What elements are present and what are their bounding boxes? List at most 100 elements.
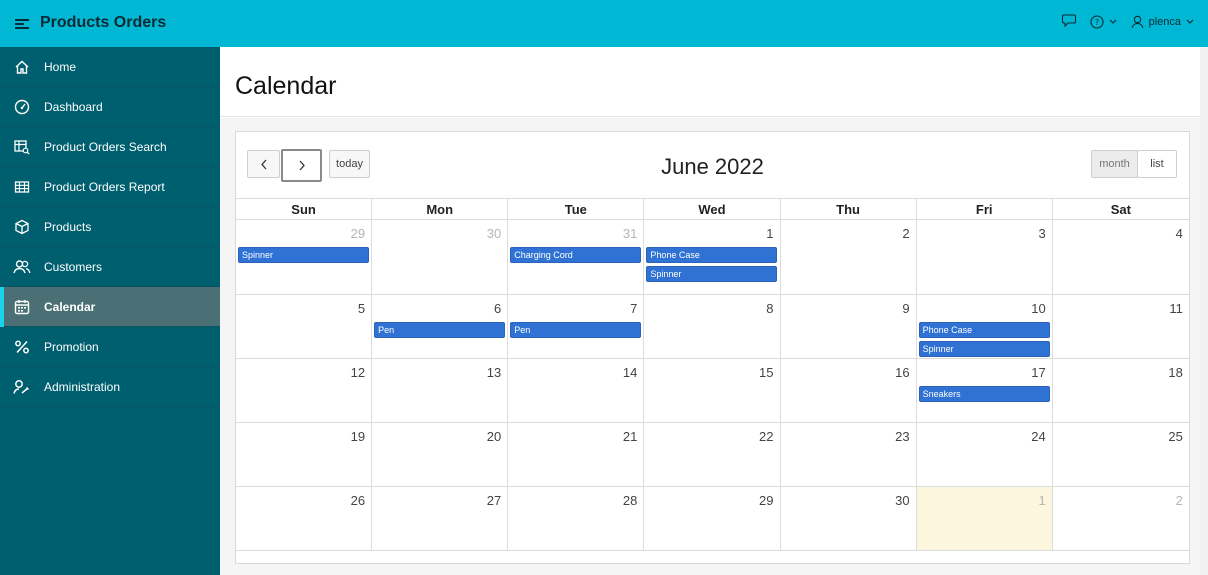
day-number[interactable]: 20 <box>487 429 501 444</box>
day-cell[interactable]: 31 Charging Cord <box>508 220 645 294</box>
calendar-event[interactable]: Spinner <box>918 341 1050 357</box>
day-cell[interactable]: 23 <box>781 423 917 486</box>
day-number[interactable]: 29 <box>351 226 365 241</box>
day-cell[interactable]: 15 <box>644 359 781 422</box>
chat-icon[interactable] <box>1061 14 1076 30</box>
day-number[interactable]: 9 <box>902 301 909 316</box>
day-number[interactable]: 30 <box>487 226 501 241</box>
day-number[interactable]: 22 <box>759 429 773 444</box>
day-cell[interactable]: 13 <box>372 359 509 422</box>
day-number[interactable]: 10 <box>1031 301 1045 316</box>
day-cell[interactable]: 9 <box>781 295 917 358</box>
day-cell[interactable]: 6 Pen <box>372 295 509 358</box>
day-number[interactable]: 27 <box>487 493 501 508</box>
day-number[interactable]: 25 <box>1168 429 1182 444</box>
home-icon <box>12 57 32 77</box>
day-cell[interactable]: 22 <box>644 423 781 486</box>
day-number[interactable]: 24 <box>1031 429 1045 444</box>
user-menu[interactable]: plenca <box>1131 15 1194 29</box>
day-number[interactable]: 29 <box>759 493 773 508</box>
day-cell[interactable]: 1 Phone Case Spinner <box>644 220 781 294</box>
day-number[interactable]: 21 <box>623 429 637 444</box>
sidebar-item-dashboard[interactable]: Dashboard <box>0 87 220 127</box>
day-number[interactable]: 26 <box>351 493 365 508</box>
sidebar-item-calendar[interactable]: Calendar <box>0 287 220 327</box>
day-number[interactable]: 16 <box>895 365 909 380</box>
day-cell[interactable]: 20 <box>372 423 509 486</box>
day-cell[interactable]: 14 <box>508 359 645 422</box>
day-cell[interactable]: 26 <box>236 487 373 550</box>
day-cell[interactable]: 30 <box>372 220 509 294</box>
calendar-event[interactable]: Spinner <box>238 247 369 263</box>
day-number[interactable]: 4 <box>1176 226 1183 241</box>
day-cell[interactable]: 17 Sneakers <box>917 359 1053 422</box>
day-cell[interactable]: 4 <box>1053 220 1189 294</box>
day-cell[interactable]: 21 <box>508 423 645 486</box>
day-number[interactable]: 2 <box>902 226 909 241</box>
day-number[interactable]: 14 <box>623 365 637 380</box>
day-number[interactable]: 23 <box>895 429 909 444</box>
day-number[interactable]: 2 <box>1176 493 1183 508</box>
day-number[interactable]: 1 <box>766 226 773 241</box>
day-number[interactable]: 18 <box>1168 365 1182 380</box>
day-cell[interactable]: 27 <box>372 487 509 550</box>
day-cell[interactable]: 28 <box>508 487 645 550</box>
day-cell[interactable]: 8 <box>644 295 781 358</box>
day-number[interactable]: 17 <box>1031 365 1045 380</box>
sidebar-item-promotion[interactable]: Promotion <box>0 327 220 367</box>
day-cell[interactable]: 16 <box>781 359 917 422</box>
box-icon <box>12 217 32 237</box>
calendar-event[interactable]: Phone Case <box>646 247 778 263</box>
day-cell[interactable]: 29 <box>644 487 781 550</box>
day-number[interactable]: 3 <box>1039 226 1046 241</box>
day-cell[interactable]: 1 <box>916 487 1053 550</box>
sidebar-item-administration[interactable]: Administration <box>0 367 220 407</box>
day-cell[interactable]: 11 <box>1053 295 1189 358</box>
day-cell[interactable]: 24 <box>917 423 1053 486</box>
day-number[interactable]: 31 <box>623 226 637 241</box>
day-number[interactable]: 30 <box>895 493 909 508</box>
day-number[interactable]: 11 <box>1169 301 1183 316</box>
day-cell[interactable]: 2 <box>1053 487 1189 550</box>
month-view-button[interactable]: month <box>1091 150 1138 178</box>
calendar-event[interactable]: Pen <box>510 322 642 338</box>
day-cell[interactable]: 3 <box>917 220 1053 294</box>
day-cell[interactable]: 2 <box>781 220 917 294</box>
calendar-event[interactable]: Phone Case <box>918 322 1050 338</box>
day-cell[interactable]: 30 <box>781 487 917 550</box>
day-cell[interactable]: 7 Pen <box>508 295 645 358</box>
calendar-event[interactable]: Pen <box>374 322 506 338</box>
app-title[interactable]: Products Orders <box>40 14 166 32</box>
day-number[interactable]: 19 <box>351 429 365 444</box>
sidebar-item-home[interactable]: Home <box>0 47 220 87</box>
day-cell[interactable]: 10 Phone Case Spinner <box>917 295 1053 358</box>
day-cell[interactable]: 12 <box>236 359 373 422</box>
sidebar-item-product-orders-report[interactable]: Product Orders Report <box>0 167 220 207</box>
day-number[interactable]: 5 <box>358 301 365 316</box>
sidebar-item-product-orders-search[interactable]: Product Orders Search <box>0 127 220 167</box>
day-cell[interactable]: 18 <box>1053 359 1189 422</box>
calendar-toolbar: today June 2022 month list <box>236 132 1189 202</box>
calendar-event[interactable]: Charging Cord <box>510 247 642 263</box>
day-number[interactable]: 15 <box>759 365 773 380</box>
list-view-button[interactable]: list <box>1137 150 1177 178</box>
sidebar-item-customers[interactable]: Customers <box>0 247 220 287</box>
day-number[interactable]: 13 <box>487 365 501 380</box>
day-number[interactable]: 7 <box>630 301 637 316</box>
sidebar-item-products[interactable]: Products <box>0 207 220 247</box>
day-number[interactable]: 6 <box>494 301 501 316</box>
help-menu[interactable]: ? <box>1090 15 1117 29</box>
day-number[interactable]: 28 <box>623 493 637 508</box>
menu-toggle-icon[interactable] <box>9 13 35 35</box>
day-number[interactable]: 1 <box>1039 493 1046 508</box>
day-number[interactable]: 12 <box>351 365 365 380</box>
calendar-event[interactable]: Sneakers <box>918 386 1050 402</box>
scrollbar[interactable] <box>1200 47 1208 575</box>
day-cell[interactable]: 29 Spinner <box>236 220 373 294</box>
day-cell[interactable]: 5 <box>236 295 373 358</box>
day-cell[interactable]: 19 <box>236 423 373 486</box>
day-number[interactable]: 8 <box>766 301 773 316</box>
dow-thu: Thu <box>781 199 917 219</box>
day-cell[interactable]: 25 <box>1053 423 1189 486</box>
calendar-event[interactable]: Spinner <box>646 266 778 282</box>
